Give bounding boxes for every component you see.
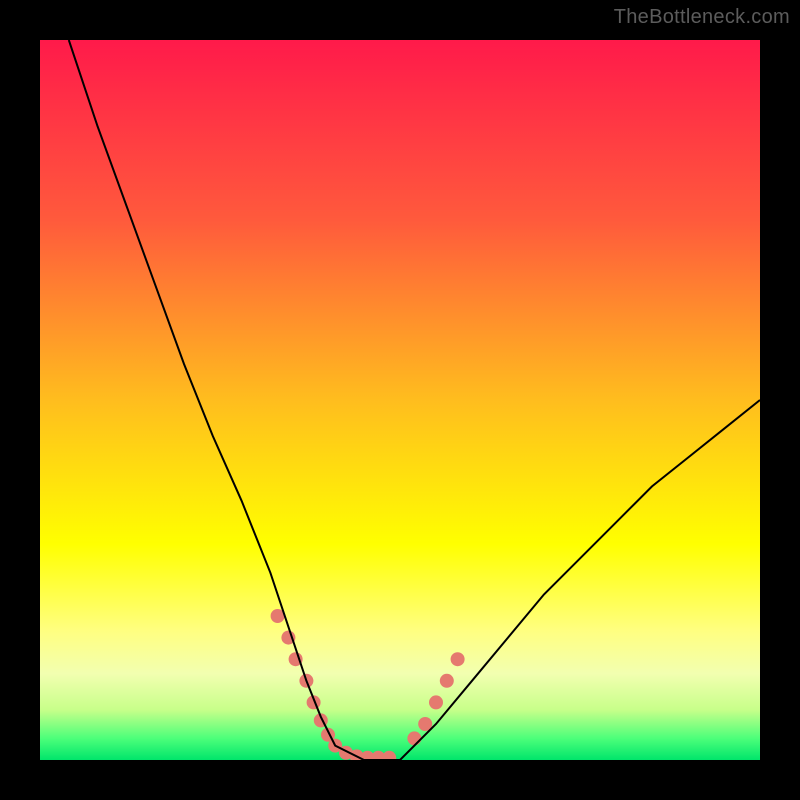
data-marker	[429, 695, 443, 709]
data-marker	[451, 652, 465, 666]
gradient-background	[40, 40, 760, 760]
plot-area	[40, 40, 760, 760]
data-marker	[407, 731, 421, 745]
chart-canvas: TheBottleneck.com	[0, 0, 800, 800]
bottleneck-chart	[40, 40, 760, 760]
watermark-text: TheBottleneck.com	[614, 6, 790, 29]
data-marker	[440, 674, 454, 688]
